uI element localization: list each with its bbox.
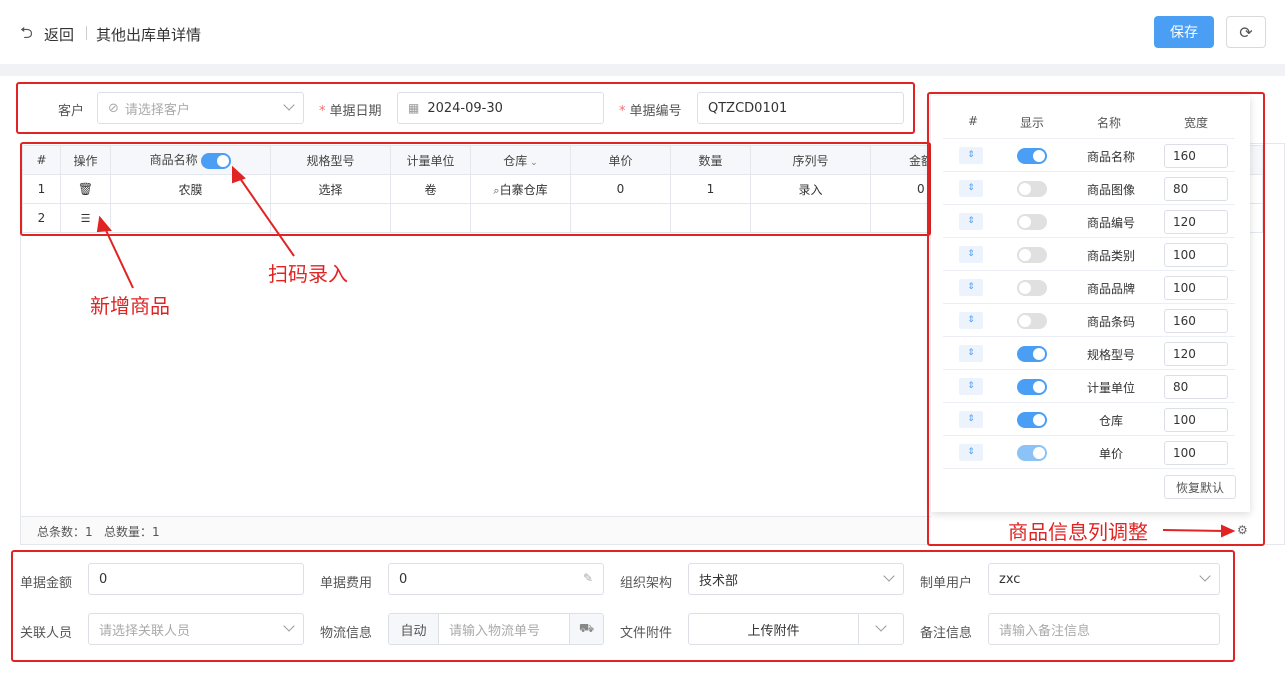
creator-select[interactable]: zxc [988,563,1220,595]
annotation-scan: 扫码录入 [268,262,348,286]
annotation-box-columns [927,92,1265,546]
attach-dropdown-button[interactable] [859,614,903,644]
attach-label: 文件附件 [620,626,673,641]
logistics-auto-button[interactable]: 自动 [389,614,439,644]
fee-label: 单据费用 [320,576,373,591]
org-label: 组织架构 [620,576,673,591]
creator-label: 制单用户 [920,576,973,591]
upload-attachment-button[interactable]: 上传附件 [689,614,859,644]
edit-icon[interactable]: ✎ [583,571,593,585]
logistics-input[interactable]: 请输入物流单号 [439,614,569,644]
fee-input[interactable]: 0 ✎ [388,563,604,595]
logistics-label: 物流信息 [320,626,373,641]
org-select[interactable]: 技术部 [688,563,904,595]
logistics-group: 自动 请输入物流单号 ⛟ [388,613,604,645]
chevron-down-icon [883,570,895,582]
attach-group: 上传附件 [688,613,904,645]
amount-label: 单据金额 [20,576,73,591]
chevron-down-icon [283,620,295,632]
annotation-new-item: 新增商品 [90,294,170,318]
remark-input[interactable]: 请输入备注信息 [988,613,1220,645]
related-label: 关联人员 [20,626,73,641]
related-select[interactable]: 请选择关联人员 [88,613,304,645]
chevron-down-icon [875,620,887,632]
truck-icon[interactable]: ⛟ [569,614,603,644]
remark-label: 备注信息 [920,626,973,641]
amount-input[interactable]: 0 [88,563,304,595]
chevron-down-icon [1199,570,1211,582]
